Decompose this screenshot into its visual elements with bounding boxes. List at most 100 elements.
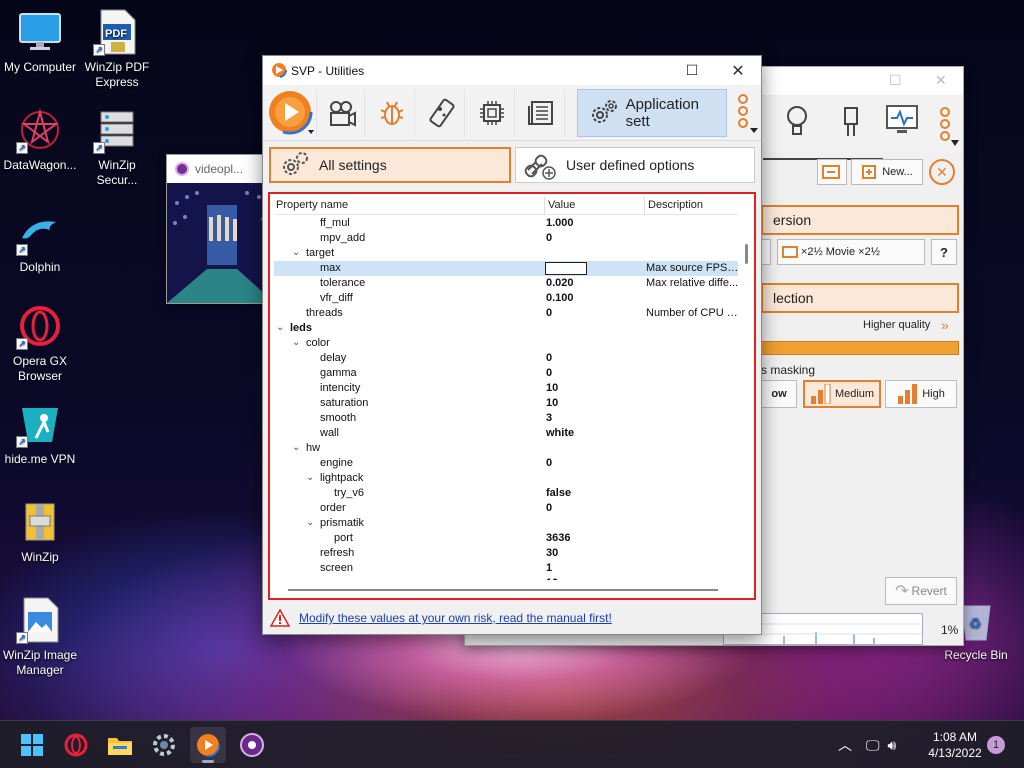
utilities-titlebar[interactable]: SVP - Utilities ☐ ✕ bbox=[263, 56, 761, 85]
property-value-cell[interactable]: 0.020 bbox=[546, 277, 574, 289]
property-value-cell[interactable]: 0 bbox=[546, 307, 552, 319]
tree-expand-chevron-icon[interactable]: ⌄ bbox=[276, 322, 284, 333]
table-row[interactable]: smooth 3 bbox=[274, 411, 738, 426]
bulb-icon[interactable] bbox=[783, 104, 811, 141]
property-value-cell[interactable]: 1.000 bbox=[546, 217, 574, 229]
profile-movie-button[interactable]: ×2½ Movie ×2½ bbox=[777, 239, 925, 265]
property-value-cell[interactable]: 0 bbox=[546, 502, 552, 514]
quality-slider-bar[interactable] bbox=[761, 341, 959, 355]
video-player-titlebar[interactable]: videopl... bbox=[167, 155, 275, 183]
property-value-cell[interactable]: 0.100 bbox=[546, 292, 574, 304]
close-icon[interactable]: ✕ bbox=[935, 72, 947, 89]
vertical-scrollbar[interactable] bbox=[742, 216, 752, 580]
taskbar-svp[interactable] bbox=[190, 727, 226, 763]
desktop-icon-winzip[interactable]: WinZip bbox=[0, 498, 80, 565]
desktop-icon-hideme-vpn[interactable]: ↗ hide.me VPN bbox=[0, 400, 80, 467]
table-row[interactable]: ⌄ lightpack bbox=[274, 471, 738, 486]
video-player-window[interactable]: videopl... bbox=[166, 154, 276, 304]
tab-all-settings[interactable]: All settings bbox=[269, 147, 511, 183]
masking-high-button[interactable]: High bbox=[885, 380, 957, 408]
property-value-cell[interactable]: 10 bbox=[546, 382, 558, 394]
profile-export-button[interactable] bbox=[817, 159, 847, 185]
desktop-icon-datawagon[interactable]: ↗ DataWagon... bbox=[0, 106, 80, 173]
masking-low-button[interactable]: ow bbox=[761, 380, 797, 408]
notification-badge[interactable]: 1 bbox=[987, 736, 1005, 754]
taskbar-opera-gx[interactable] bbox=[58, 727, 94, 763]
vertical-scroll-thumb[interactable] bbox=[745, 244, 748, 264]
property-value-cell[interactable]: 10 bbox=[546, 577, 558, 580]
tree-expand-chevron-icon[interactable]: ⌄ bbox=[292, 247, 300, 258]
table-row[interactable]: ⌄ target bbox=[274, 246, 738, 261]
property-value-cell[interactable]: 0 bbox=[546, 367, 552, 379]
taskbar-file-explorer[interactable] bbox=[102, 727, 138, 763]
column-header-description[interactable]: Description bbox=[648, 199, 703, 211]
table-row[interactable]: saturation 10 bbox=[274, 396, 738, 411]
property-value-cell[interactable]: 0 bbox=[546, 352, 552, 364]
led-icon[interactable] bbox=[837, 104, 865, 141]
tab-user-defined-options[interactable]: User defined options bbox=[515, 147, 755, 183]
help-button[interactable]: ? bbox=[931, 239, 957, 265]
property-value-cell[interactable]: 0 bbox=[546, 457, 552, 469]
taskbar-settings[interactable] bbox=[146, 727, 182, 763]
svp-logo-menu-button[interactable] bbox=[265, 89, 317, 137]
table-row[interactable]: mpv_add 0 bbox=[274, 231, 738, 246]
desktop-icon-dolphin[interactable]: ↗ Dolphin bbox=[0, 208, 80, 275]
more-tools-button[interactable] bbox=[731, 89, 761, 137]
desktop-icon-winzip-secure[interactable]: ↗ WinZip Secur... bbox=[77, 106, 157, 188]
double-chevron-right-icon[interactable]: » bbox=[941, 317, 949, 333]
property-value-cell[interactable]: 30 bbox=[546, 547, 558, 559]
tree-expand-chevron-icon[interactable]: ⌄ bbox=[292, 337, 300, 348]
profile-prev-button[interactable] bbox=[761, 239, 771, 265]
table-row[interactable]: zones 10 bbox=[274, 576, 738, 580]
property-value-cell[interactable]: false bbox=[546, 487, 571, 499]
table-row[interactable]: ff_mul 1.000 bbox=[274, 216, 738, 231]
table-row[interactable]: try_v6 false bbox=[274, 486, 738, 501]
table-row[interactable]: screen 1 bbox=[274, 561, 738, 576]
table-row[interactable]: tolerance 0.020 Max relative diffe... bbox=[274, 276, 738, 291]
start-button[interactable] bbox=[14, 727, 50, 763]
table-row[interactable]: ⌄ prismatik bbox=[274, 516, 738, 531]
tree-expand-chevron-icon[interactable]: ⌄ bbox=[292, 442, 300, 453]
remote-tool-button[interactable] bbox=[419, 89, 465, 137]
taskbar-clock[interactable]: 1:08 AM 4/13/2022 bbox=[918, 729, 992, 761]
maximize-button[interactable]: ☐ bbox=[669, 56, 715, 85]
masking-medium-button[interactable]: Medium bbox=[803, 380, 881, 408]
table-row[interactable]: order 0 bbox=[274, 501, 738, 516]
cpu-tool-button[interactable] bbox=[469, 89, 515, 137]
property-value-cell[interactable]: 10 bbox=[546, 397, 558, 409]
table-row[interactable]: ⌄ leds bbox=[274, 321, 738, 336]
property-value-cell[interactable]: 3 bbox=[546, 412, 552, 424]
cancel-circle-icon[interactable]: ✕ bbox=[929, 159, 955, 185]
horizontal-scrollbar[interactable] bbox=[274, 584, 738, 596]
volume-icon[interactable]: 🔊︎ bbox=[888, 737, 897, 754]
table-row[interactable]: threads 0 Number of CPU c... bbox=[274, 306, 738, 321]
property-value-cell[interactable]: white bbox=[546, 427, 574, 439]
close-button[interactable]: ✕ bbox=[715, 56, 761, 85]
table-row[interactable]: ⌄ hw bbox=[274, 441, 738, 456]
table-row[interactable]: gamma 0 bbox=[274, 366, 738, 381]
revert-button[interactable]: ↷ Revert bbox=[885, 577, 957, 605]
property-value-cell[interactable]: 0 bbox=[546, 232, 552, 244]
video-camera-tool-button[interactable] bbox=[319, 89, 365, 137]
table-row[interactable]: intencity 10 bbox=[274, 381, 738, 396]
manual-warning-link[interactable]: Modify these values at your own risk, re… bbox=[299, 611, 612, 625]
conversion-section-button[interactable]: ersion bbox=[761, 205, 959, 235]
property-value-cell[interactable]: 3636 bbox=[546, 532, 570, 544]
horizontal-scroll-thumb[interactable] bbox=[288, 589, 718, 591]
table-row[interactable]: wall white bbox=[274, 426, 738, 441]
value-edit-input[interactable] bbox=[545, 262, 587, 275]
column-header-property-name[interactable]: Property name bbox=[276, 199, 348, 211]
selection-section-button[interactable]: lection bbox=[761, 283, 959, 313]
table-row[interactable]: engine 0 bbox=[274, 456, 738, 471]
chevron-up-icon[interactable]: ︿ bbox=[838, 735, 852, 755]
new-profile-button[interactable]: New... bbox=[851, 159, 923, 185]
table-row[interactable]: refresh 30 bbox=[274, 546, 738, 561]
tree-expand-chevron-icon[interactable]: ⌄ bbox=[306, 517, 314, 528]
settings-property-grid[interactable]: Property name Value Description ff_mul 1.… bbox=[268, 192, 756, 600]
news-tool-button[interactable] bbox=[519, 89, 565, 137]
column-header-value[interactable]: Value bbox=[548, 199, 575, 211]
desktop-icon-winzip-pdf[interactable]: PDF ↗ WinZip PDF Express bbox=[77, 8, 157, 90]
table-row[interactable]: delay 0 bbox=[274, 351, 738, 366]
svp-utilities-window[interactable]: SVP - Utilities ☐ ✕ Application sett All… bbox=[262, 55, 762, 635]
desktop-icon-winzip-image-manager[interactable]: ↗ WinZip Image Manager bbox=[0, 596, 80, 678]
